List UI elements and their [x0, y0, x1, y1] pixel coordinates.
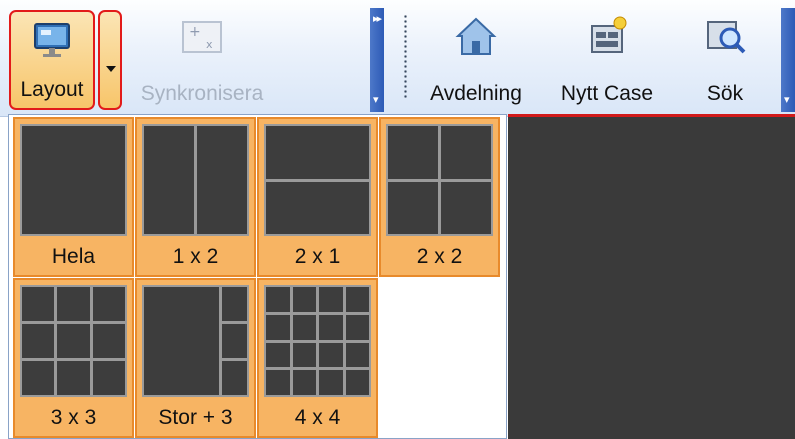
layout-preview-stor-plus-3: [142, 285, 249, 397]
avdelning-label: Avdelning: [430, 82, 522, 105]
layout-option-4x4[interactable]: 4 x 4: [257, 278, 378, 438]
layout-option-2x1[interactable]: 2 x 1: [257, 117, 378, 277]
toolbar-group-handle[interactable]: ▸▸ ▾: [370, 8, 384, 112]
layout-preview-2x1: [264, 124, 371, 236]
svg-text:+: +: [189, 24, 201, 40]
synkronisera-label: Synkronisera: [140, 82, 264, 105]
options-icon: ▾: [784, 93, 790, 106]
svg-text:x: x: [206, 38, 213, 51]
layout-option-stor-plus-3[interactable]: Stor + 3: [135, 278, 256, 438]
chevron-down-icon: [106, 66, 116, 72]
layout-dropdown-button[interactable]: [98, 10, 122, 110]
layout-option-2x2[interactable]: 2 x 2: [379, 117, 500, 277]
layout-preview-1x2: [142, 124, 249, 236]
layout-label: Layout: [20, 78, 84, 101]
layout-label-2x2: 2 x 2: [416, 245, 463, 268]
layout-label-3x3: 3 x 3: [50, 406, 97, 429]
overflow-icon: ▸▸: [373, 12, 382, 25]
ribbon-toolbar: Layout + x Synkronisera ▸▸ ▾ Avdelning N…: [0, 0, 795, 117]
toolbar-grip[interactable]: [404, 14, 407, 98]
layout-preview-2x2: [386, 124, 493, 236]
sok-label: Sök: [706, 82, 744, 105]
avdelning-button[interactable]: Avdelning: [414, 8, 538, 112]
monitor-icon: [29, 18, 75, 64]
layout-label-stor-plus-3: Stor + 3: [158, 406, 233, 429]
nytt-case-label: Nytt Case: [560, 82, 654, 105]
layout-label-4x4: 4 x 4: [294, 406, 341, 429]
layout-label-2x1: 2 x 1: [294, 245, 341, 268]
layout-label-1x2: 1 x 2: [172, 245, 219, 268]
layout-preview-hela: [20, 124, 127, 236]
nytt-case-button[interactable]: Nytt Case: [548, 8, 666, 112]
layout-option-1x2[interactable]: 1 x 2: [135, 117, 256, 277]
layout-preview-3x3: [20, 285, 127, 397]
layout-gallery: Hela 1 x 2 2 x 1 2 x 2 3 x 3 Stor + 3 4 …: [8, 114, 507, 439]
layout-preview-4x4: [264, 285, 371, 397]
layout-button[interactable]: Layout: [9, 10, 95, 110]
add-window-icon: + x: [179, 14, 225, 60]
home-icon: [453, 14, 499, 60]
options-icon: ▾: [373, 93, 379, 106]
sok-button[interactable]: Sök: [680, 8, 770, 112]
toolbar-end-handle[interactable]: ▾: [781, 8, 795, 112]
synkronisera-button[interactable]: + x Synkronisera: [128, 8, 276, 112]
layout-label-hela: Hela: [51, 245, 96, 268]
layout-option-3x3[interactable]: 3 x 3: [13, 278, 134, 438]
layout-option-hela[interactable]: Hela: [13, 117, 134, 277]
search-icon: [702, 14, 748, 60]
workspace-area[interactable]: [508, 117, 795, 439]
new-case-icon: [584, 14, 630, 60]
